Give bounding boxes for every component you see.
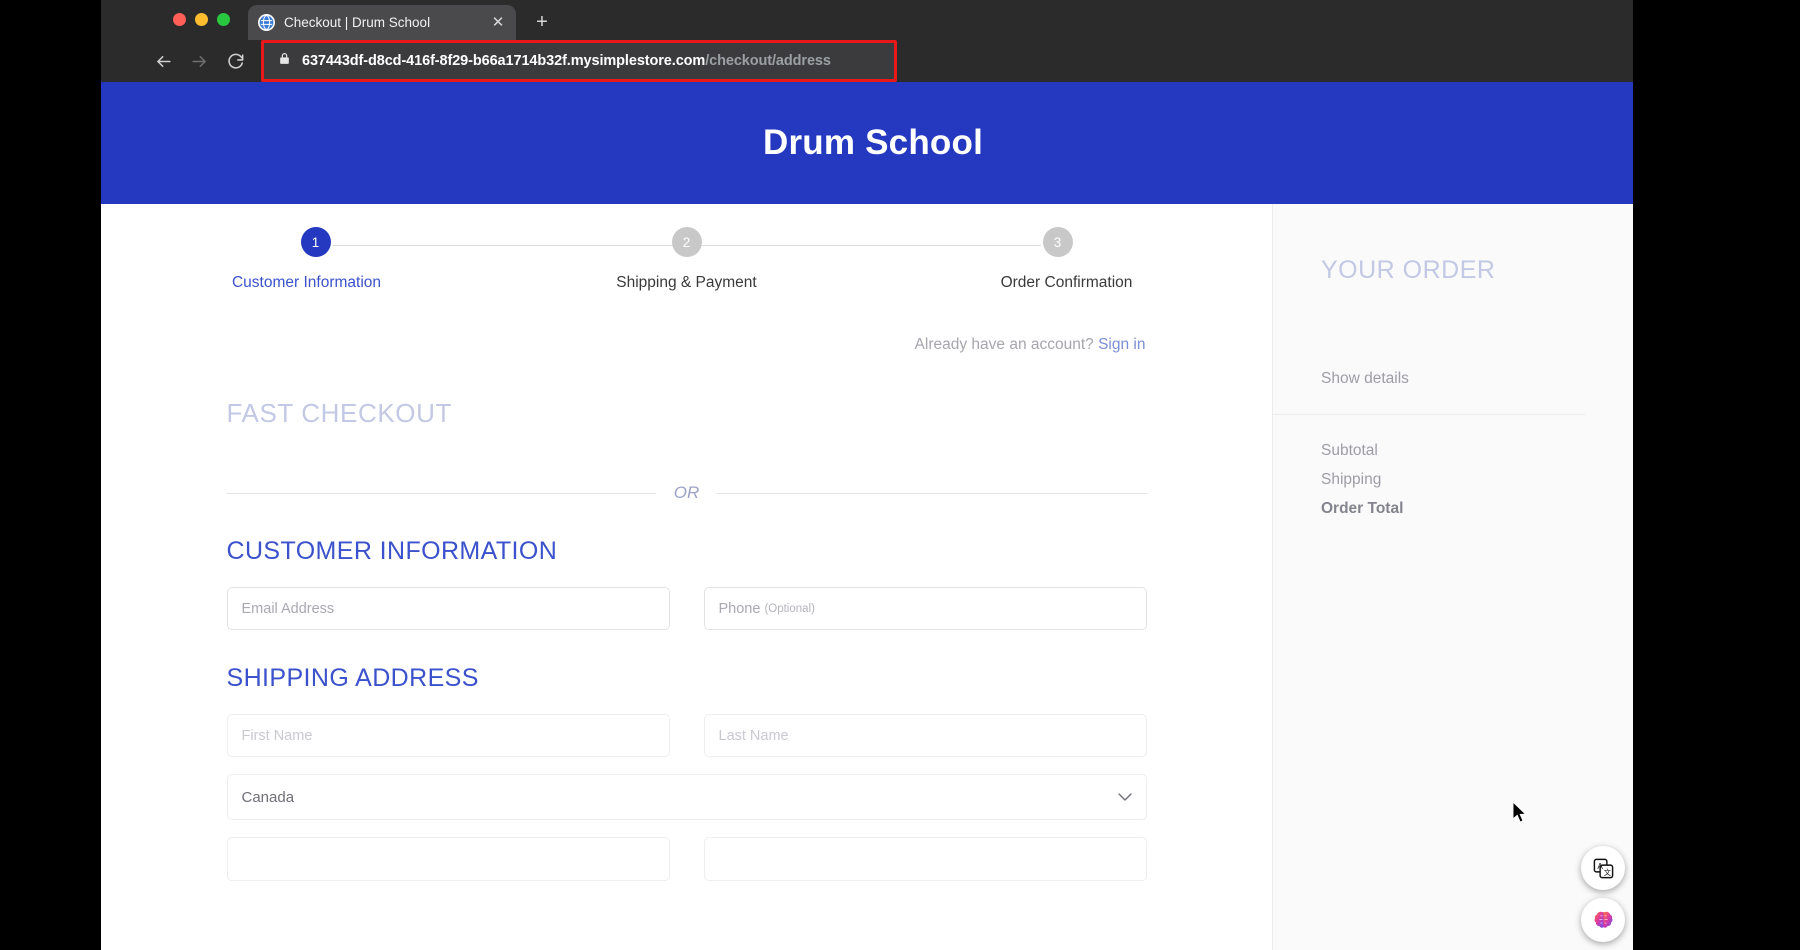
first-name-placeholder: First Name	[242, 728, 313, 744]
close-window-button[interactable]	[173, 13, 186, 26]
window-controls	[173, 13, 230, 26]
signin-prompt: Already have an account?	[915, 336, 1094, 354]
page-viewport: Drum School 1 2 3 Customer Information	[101, 82, 1633, 950]
stepper-labels: Customer Information Shipping & Payment …	[187, 274, 1187, 292]
stepper-label-shipping-payment: Shipping & Payment	[567, 274, 807, 292]
signin-row: Already have an account? Sign in	[227, 336, 1147, 354]
svg-text:文: 文	[1603, 867, 1610, 876]
divider-rule-left	[227, 493, 656, 494]
shipping-name-fields: First Name Last Name	[227, 714, 1147, 757]
checkout-form: Already have an account? Sign in FAST CH…	[227, 336, 1147, 881]
globe-icon	[258, 14, 275, 31]
arrow-left-icon[interactable]	[145, 46, 181, 76]
stepper-circle-2[interactable]: 2	[672, 227, 702, 257]
lock-icon	[278, 51, 291, 71]
arrow-right-icon[interactable]	[181, 46, 217, 76]
checkout-stepper: 1 2 3	[301, 227, 1073, 265]
shipping-address-lower-fields	[227, 837, 1147, 881]
first-name-field[interactable]: First Name	[227, 714, 670, 757]
stepper-circle-3[interactable]: 3	[1043, 227, 1073, 257]
site-header: Drum School	[101, 82, 1633, 204]
email-field[interactable]: Email Address	[227, 587, 670, 630]
last-name-placeholder: Last Name	[719, 728, 789, 744]
order-row-subtotal: Subtotal	[1321, 442, 1633, 460]
order-row-shipping: Shipping	[1321, 471, 1633, 489]
url-host: 637443df-d8cd-416f-8f29-b66a1714b32f.mys…	[302, 53, 705, 69]
floating-widgets: A 文	[1581, 838, 1625, 942]
browser-toolbar: 637443df-d8cd-416f-8f29-b66a1714b32f.mys…	[101, 40, 1633, 82]
country-select-row: Canada	[227, 774, 1147, 820]
address-line-field[interactable]	[227, 837, 670, 881]
reload-icon[interactable]	[217, 46, 253, 76]
tab-title: Checkout | Drum School	[284, 15, 481, 30]
screen: Checkout | Drum School ✕ +	[0, 0, 1800, 950]
translate-icon[interactable]: A 文	[1581, 846, 1625, 890]
checkout-main-column: 1 2 3 Customer Information Shipping & Pa…	[101, 204, 1272, 950]
or-label: OR	[674, 483, 700, 503]
content-row: 1 2 3 Customer Information Shipping & Pa…	[101, 204, 1633, 950]
customer-information-fields: Email Address Phone(Optional)	[227, 587, 1147, 630]
order-summary-panel: YOUR ORDER Show details Subtotal Shippin…	[1272, 204, 1633, 950]
plus-icon[interactable]: +	[529, 9, 555, 35]
address-bar[interactable]: 637443df-d8cd-416f-8f29-b66a1714b32f.mys…	[261, 40, 897, 82]
stepper-label-customer-information: Customer Information	[187, 274, 427, 292]
phone-placeholder: Phone	[719, 601, 761, 617]
last-name-field[interactable]: Last Name	[704, 714, 1147, 757]
customer-information-heading: CUSTOMER INFORMATION	[227, 537, 1147, 566]
fast-checkout-heading: FAST CHECKOUT	[227, 398, 1147, 429]
order-summary-heading: YOUR ORDER	[1321, 256, 1633, 285]
phone-optional-note: (Optional)	[764, 603, 815, 615]
country-select[interactable]: Canada	[227, 774, 1147, 820]
maximize-window-button[interactable]	[217, 13, 230, 26]
url-text: 637443df-d8cd-416f-8f29-b66a1714b32f.mys…	[302, 53, 831, 69]
store-name: Drum School	[763, 123, 983, 163]
stepper-label-order-confirmation: Order Confirmation	[947, 274, 1187, 292]
divider-rule-right	[717, 493, 1146, 494]
tab-strip: Checkout | Drum School ✕ +	[101, 0, 1633, 40]
address-secondary-field[interactable]	[704, 837, 1147, 881]
brain-icon[interactable]	[1581, 898, 1625, 942]
svg-text:A: A	[1597, 861, 1603, 870]
browser-window: Checkout | Drum School ✕ +	[101, 0, 1633, 950]
or-divider: OR	[227, 483, 1147, 503]
order-summary-divider	[1273, 414, 1585, 415]
chevron-down-icon	[1118, 789, 1132, 806]
show-details-toggle[interactable]: Show details	[1321, 370, 1633, 388]
email-placeholder: Email Address	[242, 601, 335, 617]
order-row-order-total: Order Total	[1321, 500, 1633, 518]
close-icon[interactable]: ✕	[490, 15, 506, 30]
country-selected-value: Canada	[242, 789, 295, 806]
minimize-window-button[interactable]	[195, 13, 208, 26]
browser-tab[interactable]: Checkout | Drum School ✕	[248, 5, 516, 40]
stepper-circle-1[interactable]: 1	[301, 227, 331, 257]
mouse-pointer-icon	[1513, 802, 1529, 829]
shipping-address-heading: SHIPPING ADDRESS	[227, 664, 1147, 693]
phone-field[interactable]: Phone(Optional)	[704, 587, 1147, 630]
url-path: /checkout/address	[705, 53, 831, 69]
order-summary-rows: Subtotal Shipping Order Total	[1273, 442, 1633, 518]
signin-link[interactable]: Sign in	[1098, 336, 1145, 353]
